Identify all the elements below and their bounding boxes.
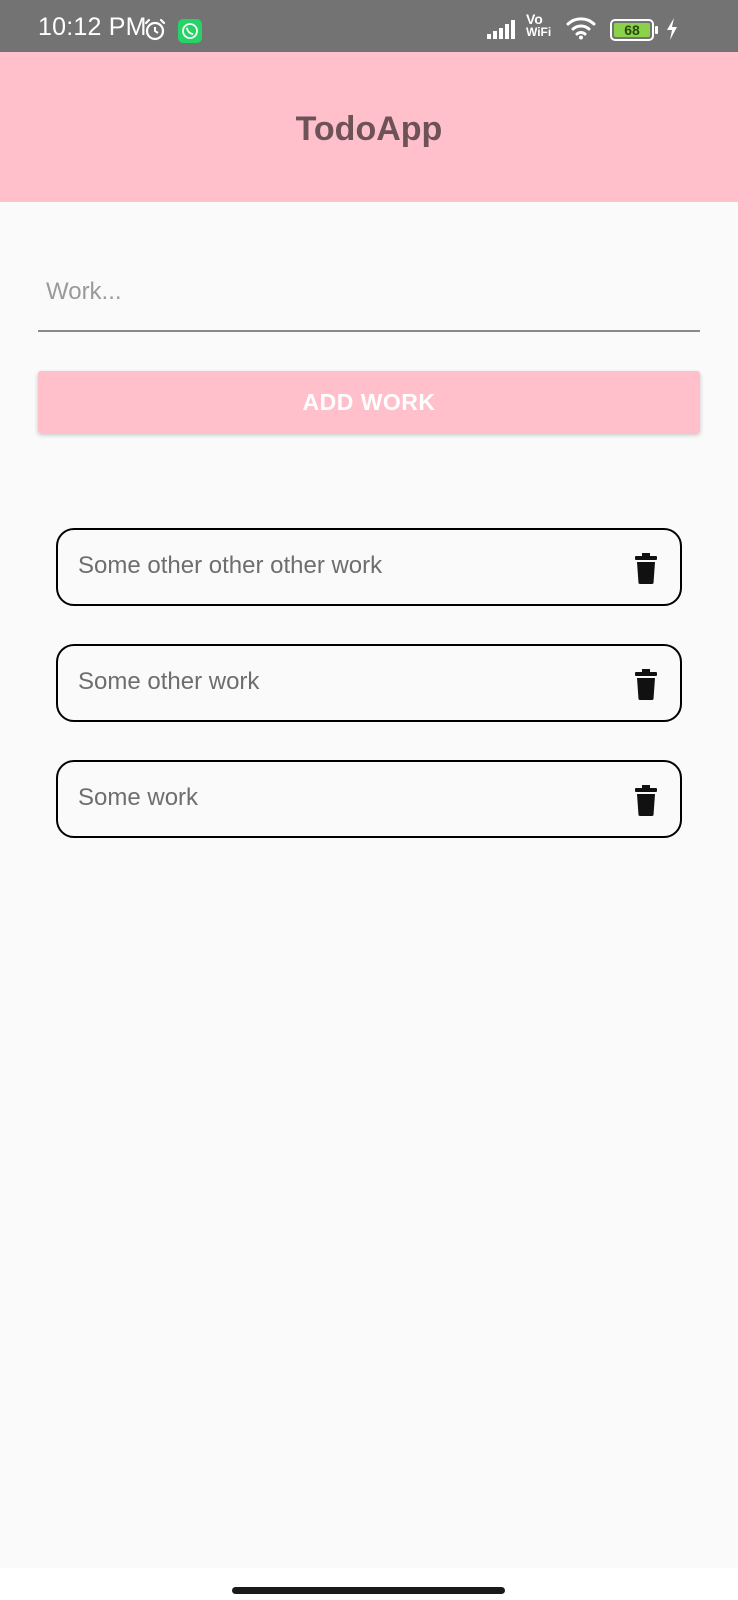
todo-text: Some other other other work	[78, 552, 383, 579]
todo-list: Some other other other work Some other w…	[56, 528, 682, 876]
work-input[interactable]	[38, 254, 700, 332]
add-work-button[interactable]: ADD WORK	[38, 371, 700, 433]
whatsapp-icon	[178, 19, 202, 43]
todo-item: Some work	[56, 760, 682, 838]
home-indicator[interactable]	[232, 1587, 505, 1594]
alarm-icon	[143, 18, 167, 42]
todo-item: Some other work	[56, 644, 682, 722]
battery-level: 68	[624, 22, 640, 38]
trash-icon	[628, 550, 664, 586]
delete-button[interactable]	[628, 782, 664, 818]
todo-text: Some other work	[78, 668, 260, 695]
trash-icon	[628, 666, 664, 702]
status-bar: 10:12 PM Vo WiFi 68	[0, 0, 738, 52]
delete-button[interactable]	[628, 550, 664, 586]
wifi-icon	[566, 16, 596, 40]
vowifi-top-label: Vo	[526, 11, 543, 27]
vowifi-icon: Vo WiFi	[526, 12, 558, 42]
app-title: TodoApp	[295, 110, 443, 148]
status-time: 10:12 PM	[38, 13, 147, 41]
app-bar: TodoApp	[0, 52, 738, 202]
todo-text: Some work	[78, 784, 199, 811]
vowifi-bottom-label: WiFi	[526, 25, 552, 39]
signal-icon	[486, 18, 520, 40]
battery-icon: 68	[610, 19, 660, 41]
trash-icon	[628, 782, 664, 818]
todo-item: Some other other other work	[56, 528, 682, 606]
charging-icon	[664, 17, 680, 41]
nav-bar	[0, 1568, 738, 1600]
delete-button[interactable]	[628, 666, 664, 702]
